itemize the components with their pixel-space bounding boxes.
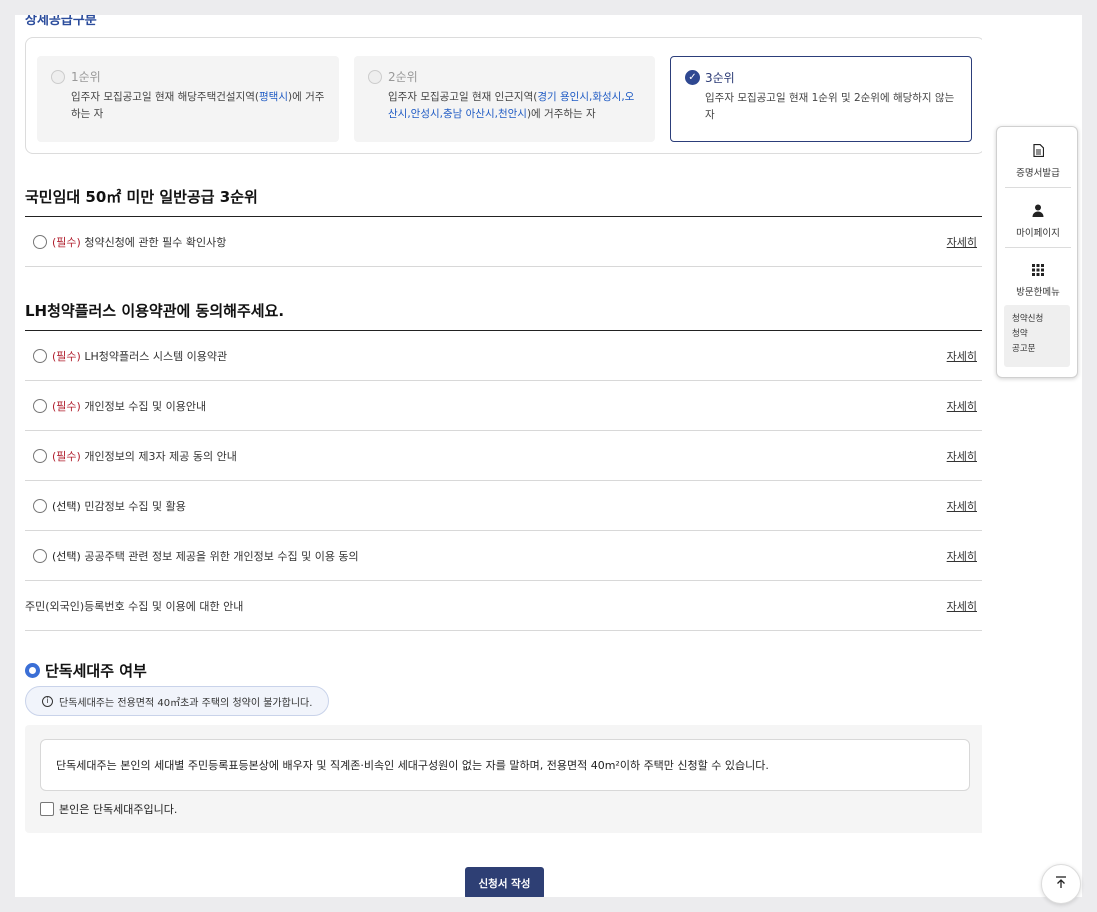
arrow-up-icon bbox=[1055, 875, 1067, 893]
visited-link[interactable]: 공고문 bbox=[1012, 342, 1062, 357]
visited-menu-list: 청약신청 청약 공고문 bbox=[1004, 305, 1070, 367]
rank-card-title: 2순위 bbox=[388, 70, 418, 84]
info-icon: i bbox=[42, 695, 53, 707]
notice-row[interactable]: (필수) 청약신청에 관한 필수 확인사항 자세히 bbox=[25, 217, 982, 267]
notice-section-title: 국민임대 50㎡ 미만 일반공급 3순위 bbox=[25, 188, 258, 206]
divider bbox=[1005, 187, 1071, 188]
quick-menu: 증명서발급 마이페이지 방문한메뉴 청약신청 청약 공고문 bbox=[996, 126, 1078, 378]
detail-link[interactable]: 자세히 bbox=[947, 348, 977, 364]
single-household-title: 단독세대주 여부 bbox=[25, 660, 147, 681]
detail-link[interactable]: 자세히 bbox=[947, 398, 977, 414]
detail-link[interactable]: 자세히 bbox=[947, 234, 977, 250]
scroll-top-button[interactable] bbox=[1041, 864, 1081, 904]
radio-icon[interactable] bbox=[33, 348, 47, 363]
row-label: (필수) 개인정보의 제3자 제공 동의 안내 bbox=[52, 449, 237, 463]
single-household-desc: 단독세대주는 본인의 세대별 주민등록표등본상에 배우자 및 직계존·비속인 세… bbox=[40, 739, 970, 791]
radio-icon[interactable] bbox=[33, 548, 47, 563]
detail-link[interactable]: 자세히 bbox=[947, 548, 977, 564]
rank-card-title: 3순위 bbox=[705, 71, 735, 85]
radio-icon[interactable] bbox=[33, 448, 47, 463]
rank-card-desc: 입주자 모집공고일 현재 인근지역(경기 용인시,화성시,오산시,안성시,충남 … bbox=[388, 91, 635, 120]
swirl-icon bbox=[25, 663, 40, 678]
row-label: (필수) 청약신청에 관한 필수 확인사항 bbox=[52, 235, 227, 249]
visited-link[interactable]: 청약 bbox=[1012, 327, 1062, 342]
terms-row-4[interactable]: (선택) 민감정보 수집 및 활용 자세히 bbox=[25, 481, 982, 531]
rank-selector: 1순위 입주자 모집공고일 현재 해당주택건설지역(평택시)에 거주하는 자 2… bbox=[25, 37, 982, 154]
row-label: (필수) LH청약플러스 시스템 이용약관 bbox=[52, 349, 228, 363]
terms-row-3[interactable]: (필수) 개인정보의 제3자 제공 동의 안내 자세히 bbox=[25, 431, 982, 481]
detail-link[interactable]: 자세히 bbox=[947, 448, 977, 464]
rank-card-desc: 입주자 모집공고일 현재 1순위 및 2순위에 해당하지 않는 자 bbox=[705, 92, 955, 121]
quick-item-visited[interactable]: 방문한메뉴 bbox=[997, 251, 1079, 311]
person-icon bbox=[1032, 204, 1044, 220]
rank-card-title: 1순위 bbox=[71, 70, 101, 84]
radio-disabled-icon bbox=[368, 69, 382, 84]
single-household-panel: 단독세대주는 본인의 세대별 주민등록표등본상에 배우자 및 직계존·비속인 세… bbox=[25, 725, 982, 833]
radio-icon[interactable] bbox=[33, 398, 47, 413]
terms-row-1[interactable]: (필수) LH청약플러스 시스템 이용약관 자세히 bbox=[25, 331, 982, 381]
row-label: 주민(외국인)등록번호 수집 및 이용에 대한 안내 bbox=[25, 599, 244, 613]
terms-row-5[interactable]: (선택) 공공주택 관련 정보 제공을 위한 개인정보 수집 및 이용 동의 자… bbox=[25, 531, 982, 581]
grid-icon bbox=[1032, 264, 1044, 279]
rank-card-2[interactable]: 2순위 입주자 모집공고일 현재 인근지역(경기 용인시,화성시,오산시,안성시… bbox=[354, 56, 655, 142]
document-icon bbox=[1032, 143, 1044, 160]
terms-row-2[interactable]: (필수) 개인정보 수집 및 이용안내 자세히 bbox=[25, 381, 982, 431]
single-household-info: i 단독세대주는 전용면적 40㎡초과 주택의 청약이 불가합니다. bbox=[25, 686, 330, 716]
single-household-checkbox[interactable]: 본인은 단독세대주입니다. bbox=[40, 801, 177, 817]
terms-section-title: LH청약플러스 이용약관에 동의해주세요. bbox=[25, 302, 285, 320]
quick-item-certificate[interactable]: 증명서발급 bbox=[997, 131, 1079, 191]
check-circle-icon: ✓ bbox=[685, 70, 700, 85]
visited-link[interactable]: 청약신청 bbox=[1012, 312, 1062, 327]
submit-application-button[interactable]: 신청서 작성 bbox=[465, 867, 544, 897]
radio-icon[interactable] bbox=[33, 498, 47, 513]
row-label: (필수) 개인정보 수집 및 이용안내 bbox=[52, 399, 207, 413]
resident-number-row: 주민(외국인)등록번호 수집 및 이용에 대한 안내 자세히 bbox=[25, 581, 982, 631]
rank-card-3[interactable]: ✓ 3순위 입주자 모집공고일 현재 1순위 및 2순위에 해당하지 않는 자 bbox=[670, 56, 972, 142]
row-label: (선택) 공공주택 관련 정보 제공을 위한 개인정보 수집 및 이용 동의 bbox=[52, 549, 359, 563]
rank-card-1[interactable]: 1순위 입주자 모집공고일 현재 해당주택건설지역(평택시)에 거주하는 자 bbox=[37, 56, 339, 142]
rank-card-desc: 입주자 모집공고일 현재 해당주택건설지역(평택시)에 거주하는 자 bbox=[71, 91, 325, 120]
divider bbox=[1005, 247, 1071, 248]
radio-disabled-icon bbox=[51, 69, 65, 84]
radio-icon[interactable] bbox=[33, 234, 47, 249]
detail-link[interactable]: 자세히 bbox=[947, 598, 977, 614]
checkbox-icon[interactable] bbox=[40, 802, 54, 816]
section-heading-cut: 상세공급구분 bbox=[25, 15, 97, 28]
checkbox-label: 본인은 단독세대주입니다. bbox=[59, 803, 178, 816]
main-content: 상세공급구분 1순위 입주자 모집공고일 현재 해당주택건설지역(평택시)에 거… bbox=[15, 15, 982, 897]
detail-link[interactable]: 자세히 bbox=[947, 498, 977, 514]
quick-item-mypage[interactable]: 마이페이지 bbox=[997, 191, 1079, 251]
row-label: (선택) 민감정보 수집 및 활용 bbox=[52, 499, 186, 513]
